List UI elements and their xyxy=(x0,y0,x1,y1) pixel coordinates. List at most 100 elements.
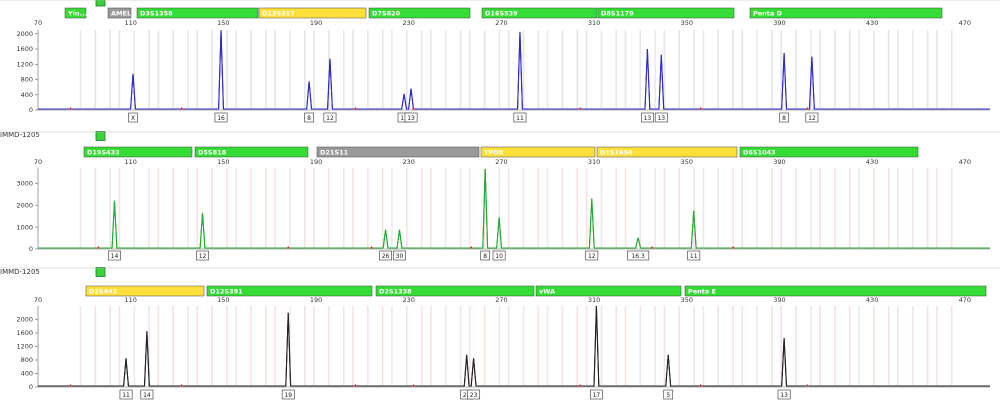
marker-d2s1338[interactable]: D2S1338 xyxy=(375,285,535,297)
bin-stripe xyxy=(381,306,384,387)
bin-stripe xyxy=(926,168,929,249)
off-ladder-flag-icon xyxy=(805,384,809,387)
off-ladder-flag-icon xyxy=(411,107,415,110)
marker-yin-[interactable]: Yin... xyxy=(64,7,87,19)
peak-mark[interactable] xyxy=(781,338,788,387)
peak-mark[interactable] xyxy=(396,229,403,249)
bin-stripe xyxy=(274,30,276,110)
bin-stripe xyxy=(420,30,423,110)
marker-tpox[interactable]: TPOX xyxy=(480,146,596,158)
y-tick-label: 1600 xyxy=(16,45,33,53)
y-tick-label: 1600 xyxy=(16,329,33,337)
peak-mark[interactable] xyxy=(408,88,414,110)
status-square-icon[interactable] xyxy=(95,0,106,7)
marker-d19s433[interactable]: D19S433 xyxy=(83,146,193,158)
y-tick-label: 0 xyxy=(29,106,33,114)
peak[interactable]: 30 xyxy=(393,229,406,261)
bin-stripe xyxy=(887,168,890,249)
marker-penta-d[interactable]: Penta D xyxy=(749,7,943,19)
peak[interactable]: 12 xyxy=(585,198,599,261)
marker-label: D21S11 xyxy=(320,149,349,157)
peak-mark[interactable] xyxy=(781,52,788,110)
peak-mark[interactable] xyxy=(593,305,600,387)
bin-stripe xyxy=(537,306,540,387)
peak[interactable]: 13 xyxy=(640,49,654,123)
peak[interactable]: 12 xyxy=(805,56,819,123)
bin-stripe xyxy=(771,30,773,110)
bin-stripe xyxy=(615,306,618,387)
marker-bar[interactable] xyxy=(684,285,987,297)
peak-mark[interactable] xyxy=(306,81,313,110)
bin-stripe xyxy=(848,168,851,249)
marker-d8s1179[interactable]: D8S1179 xyxy=(597,7,735,19)
allele-call-label: 13 xyxy=(780,392,788,399)
bin-stripe xyxy=(771,306,773,387)
x-tick-label: 390 xyxy=(773,296,785,304)
bin-stripe xyxy=(624,168,627,249)
bin-stripe xyxy=(950,168,953,249)
y-tick-label: 0 xyxy=(29,383,33,391)
marker-label: D7S820 xyxy=(372,10,401,18)
marker-d2s441[interactable]: D2S441 xyxy=(85,285,205,297)
peak-mark[interactable] xyxy=(123,358,129,387)
marker-d21s11[interactable]: D21S11 xyxy=(316,146,480,158)
status-square-icon[interactable] xyxy=(95,131,106,141)
peak-mark[interactable] xyxy=(463,354,470,387)
marker-amel[interactable]: AMEL xyxy=(107,7,132,19)
bin-stripe xyxy=(444,30,447,110)
marker-penta-e[interactable]: Penta E xyxy=(684,285,987,297)
bin-stripe xyxy=(887,306,890,387)
peak[interactable]: 26 xyxy=(379,229,392,261)
peak-mark[interactable] xyxy=(382,229,389,249)
bin-stripe xyxy=(615,168,618,249)
bin-stripe xyxy=(756,30,758,110)
off-ladder-flag-icon xyxy=(578,107,582,110)
peak-mark[interactable] xyxy=(401,93,408,110)
bin-stripe xyxy=(483,306,486,387)
peak-mark[interactable] xyxy=(644,49,651,110)
x-tick-label: 350 xyxy=(681,296,693,304)
peak[interactable]: 13 xyxy=(654,54,668,123)
peak[interactable]: 12 xyxy=(196,212,209,261)
off-ladder-flag-icon xyxy=(699,107,703,110)
bin-stripe xyxy=(391,30,393,110)
y-tick-label: 1000 xyxy=(16,223,33,231)
bin-stripe xyxy=(561,306,564,387)
peak-mark[interactable] xyxy=(665,354,672,387)
peak-mark[interactable] xyxy=(517,31,523,110)
bin-stripe xyxy=(663,168,666,249)
marker-d12s391[interactable]: D12S391 xyxy=(206,285,373,297)
marker-d7s820[interactable]: D7S820 xyxy=(368,7,471,19)
peak[interactable]: 11 xyxy=(119,358,133,400)
marker-bar[interactable] xyxy=(535,285,682,297)
peak[interactable]: 13 xyxy=(777,338,791,400)
peak[interactable]: X xyxy=(128,73,138,123)
bin-stripe xyxy=(405,168,408,249)
marker-d5s818[interactable]: D5S818 xyxy=(194,146,309,158)
marker-d13s317[interactable]: D13S317 xyxy=(258,7,367,19)
x-tick-label: 110 xyxy=(124,19,136,27)
status-square-icon[interactable] xyxy=(95,267,106,277)
x-tick-label: 310 xyxy=(588,158,600,166)
peak-mark[interactable] xyxy=(470,358,477,387)
peak-mark[interactable] xyxy=(199,212,206,249)
bin-stripe xyxy=(172,168,174,249)
peak[interactable]: 16 xyxy=(214,29,228,123)
y-tick-label: 0 xyxy=(29,245,33,253)
peak-mark[interactable] xyxy=(111,200,118,249)
marker-d6s1043[interactable]: D6S1043 xyxy=(739,146,919,158)
bin-stripe xyxy=(391,168,393,249)
marker-label: D3S1358 xyxy=(140,10,173,18)
peak[interactable]: 12 xyxy=(323,58,337,123)
bin-stripe xyxy=(950,306,953,387)
marker-d1s1656[interactable]: D1S1656 xyxy=(596,146,738,158)
peak-mark[interactable] xyxy=(588,198,595,249)
marker-vwa[interactable]: vWA xyxy=(535,285,682,297)
bin-stripe xyxy=(615,30,618,110)
peak[interactable]: 8 xyxy=(304,81,314,123)
peak-mark[interactable] xyxy=(658,54,665,110)
marker-d16s539[interactable]: D16S539 xyxy=(481,7,598,19)
marker-d3s1358[interactable]: D3S1358 xyxy=(136,7,259,19)
peak-mark[interactable] xyxy=(218,29,224,110)
peak[interactable]: 14 xyxy=(140,331,154,400)
